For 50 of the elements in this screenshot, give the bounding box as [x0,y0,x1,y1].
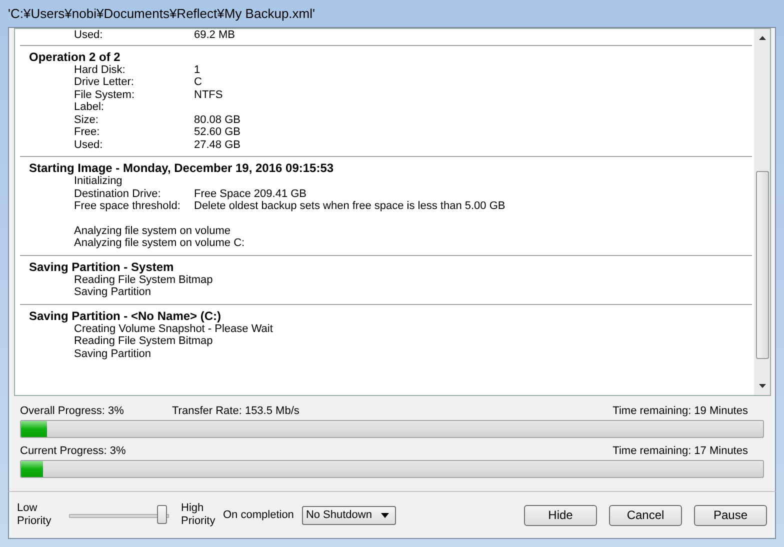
log-line: Analyzing file system on volume [74,224,231,238]
section-heading: Saving Partition - <No Name> (C:) [29,308,222,323]
log-label: Hard Disk: [74,64,126,76]
log-label: File System: [74,88,136,102]
log-value: 1 [194,64,200,76]
log-value: 69.2 MB [194,29,235,42]
completion-label: On completion [223,509,294,522]
log-label: Used: [74,138,104,152]
section-heading: Saving Partition - System [29,260,175,274]
transfer-rate: Transfer Rate: 153.5 Mb/s [172,405,300,418]
low-priority-label: Low Priority [17,502,52,528]
section-heading: Operation 2 of 2 [29,50,122,64]
log-value: NTFS [194,88,223,102]
progress-label: Current Progress: 3% [20,445,127,458]
log-line: Reading File System Bitmap [74,274,213,286]
log-line: Initializing [74,175,122,188]
slider-thumb[interactable] [157,505,167,524]
time-remaining: Time remaining: 17 Minutes [612,445,748,458]
scroll-up-icon[interactable] [758,36,766,40]
log-line: Saving Partition [74,286,152,299]
log-label: Label: [74,101,105,114]
dropdown-caret-icon [380,512,389,518]
log-label: Used: [74,29,104,42]
dialog-button[interactable]: Pause [694,504,767,526]
completion-dropdown[interactable]: No Shutdown [302,506,396,525]
log-value: Delete oldest backup sets when free space is less than 5.00 GB [194,200,506,213]
log-value: 27.48 GB [194,138,240,152]
log-line: Saving Partition [74,348,152,360]
log-line: Creating Volume Snapshot - Please Wait [74,322,273,336]
log-value: 80.08 GB [194,114,240,126]
log-label: Drive Letter: [74,76,135,89]
section-heading: Starting Image - Monday, December 19, 2016 09:15:53 [29,161,335,176]
log-label: Size: [74,114,100,126]
log-line: Reading File System Bitmap [74,335,213,348]
progress-label: Overall Progress: 3% [20,405,125,418]
log-value: 52.60 GB [194,126,240,139]
dialog-button[interactable]: Cancel [609,504,682,526]
log-line: Analyzing file system on volume C: [74,237,245,250]
scrollbar[interactable] [754,29,770,396]
window-title: 'C:¥Users¥nobi¥Documents¥Reflect¥My Backup.xml' [8,6,315,22]
log-label: Destination Drive: [74,188,162,200]
scroll-down-icon[interactable] [758,384,766,388]
high-priority-label: High Priority [181,502,216,528]
dialog-button[interactable]: Hide [524,504,597,526]
log-value: Free Space 209.41 GB [194,188,307,200]
log-label: Free space threshold: [74,200,182,213]
log-label: Free: [74,126,101,139]
time-remaining: Time remaining: 19 Minutes [612,405,748,418]
log-value: C [194,76,202,89]
scroll-thumb[interactable] [756,171,768,360]
